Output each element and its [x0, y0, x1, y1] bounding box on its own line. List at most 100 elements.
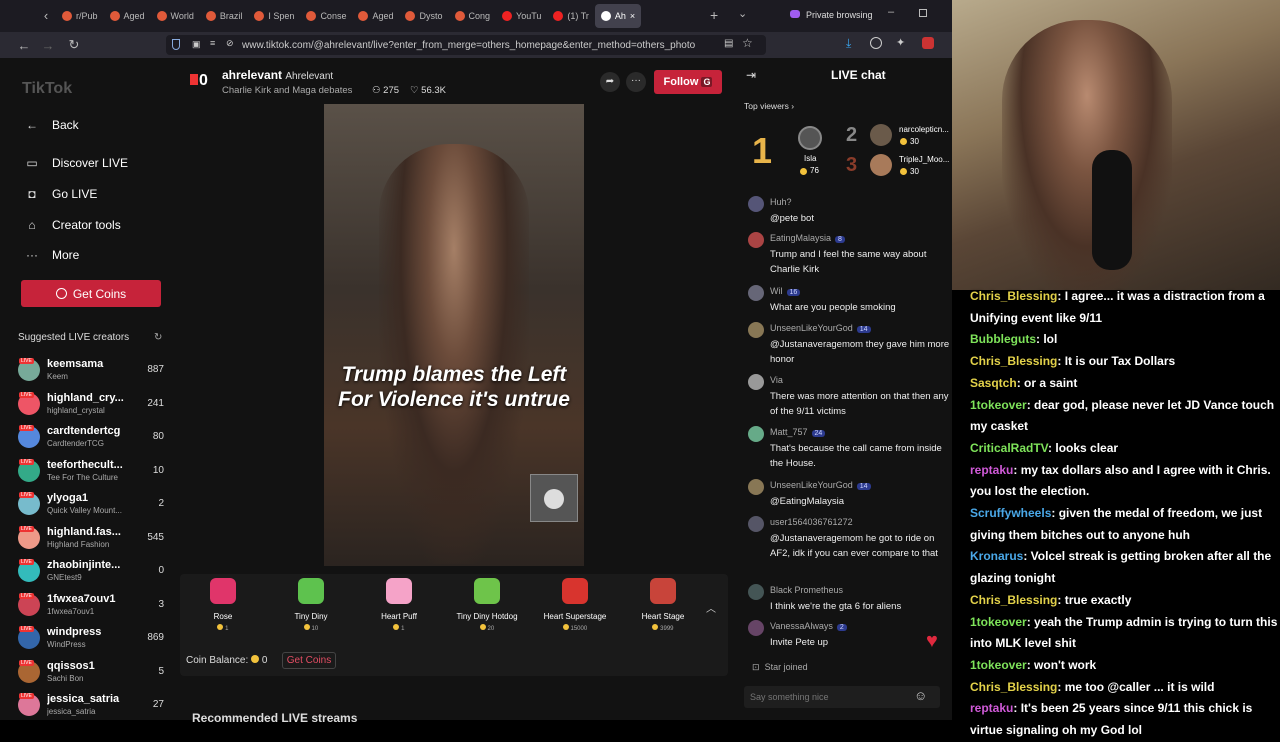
suggested-creator-item[interactable]: LIVE windpress WindPress 869	[18, 624, 164, 654]
tab-scroll-left-icon[interactable]: ‹	[34, 4, 58, 26]
suggested-creator-item[interactable]: LIVE zhaobinjinte... GNEtest9 0	[18, 557, 164, 587]
tab-title: Aged	[123, 11, 145, 21]
creator-name: zhaobinjinte...	[47, 559, 121, 571]
overlay-text: : true exactly	[1057, 592, 1132, 607]
get-coins-button[interactable]: Get Coins	[21, 280, 161, 307]
browser-tab[interactable]: Cong	[449, 4, 497, 28]
level-badge: 24	[811, 430, 826, 437]
emoji-icon[interactable]: ☺	[914, 688, 927, 703]
video-person-silhouette	[379, 144, 529, 564]
minimize-icon[interactable]: –	[888, 6, 894, 18]
follow-button[interactable]: Follow G	[654, 70, 722, 94]
suggested-creator-item[interactable]: LIVE keemsama Keem 887	[18, 356, 164, 386]
reader-view-icon[interactable]: ▤	[724, 38, 733, 49]
sidebar-item-creator-tools[interactable]: ⌂ Creator tools	[24, 218, 120, 232]
suggested-creator-item[interactable]: LIVE 1fwxea7ouv1 1fwxea7ouv1 3	[18, 591, 164, 621]
top-viewer-rank-1[interactable]: 1 Isla 76	[752, 124, 832, 180]
browser-tab[interactable]: YouTu	[496, 4, 547, 28]
maximize-icon[interactable]	[919, 9, 927, 17]
overlay-chat-line: 1tokeover: yeah the Trump admin is tryin…	[970, 612, 1280, 655]
chat-input[interactable]	[744, 686, 940, 708]
collapse-chat-icon[interactable]: ⇥	[746, 68, 756, 82]
sidebar-item-discover-live[interactable]: ▭ Discover LIVE	[24, 156, 128, 170]
rank-number: 1	[752, 130, 773, 171]
gift-item[interactable]: Heart Stage 3999	[623, 578, 703, 632]
guest-thumbnail[interactable]	[530, 474, 578, 522]
download-icon[interactable]: ⤓	[846, 36, 851, 51]
coin-balance-get-coins-button[interactable]: Get Coins	[282, 652, 336, 669]
browser-tab[interactable]: (1) Tr	[547, 4, 595, 28]
level-badge: 2	[836, 624, 847, 631]
top-viewer-rank-3[interactable]: 3 TripleJ_Moo... 30	[846, 154, 950, 180]
browser-tab[interactable]: Dysto	[399, 4, 448, 28]
overlay-username: Bubbleguts	[970, 332, 1036, 347]
viewer-count: 2	[158, 498, 164, 509]
camera-icon: ◘	[28, 187, 36, 201]
back-arrow-icon[interactable]: ←	[12, 34, 36, 56]
reload-icon[interactable]: ↻	[62, 34, 86, 56]
browser-tab[interactable]: Ah ×	[594, 4, 642, 28]
tab-list-icon[interactable]: ⌄	[738, 7, 747, 20]
avatar	[748, 232, 764, 248]
tab-title: (1) Tr	[567, 11, 589, 21]
gift-item[interactable]: Rose 1	[183, 578, 263, 632]
bookmark-star-icon[interactable]: ☆	[742, 36, 753, 50]
private-browsing-icon	[790, 10, 800, 18]
browser-tab[interactable]: Aged	[104, 4, 151, 28]
tab-title: Brazil	[219, 11, 243, 21]
forward-arrow-icon[interactable]: →	[36, 34, 60, 56]
host-username[interactable]: ahrelevant Ahrelevant	[222, 68, 333, 82]
browser-nav-bar: ← → ↻ ▣ ≡ ⊘ www.tiktok.com/@ahrelevant/l…	[0, 32, 952, 58]
viewer-count: 3	[158, 598, 164, 610]
tab-title: Dysto	[419, 11, 443, 21]
suggested-creator-item[interactable]: LIVE ylyoga1 Quick Valley Mount... 2	[18, 490, 164, 520]
browser-tab[interactable]: World	[151, 4, 200, 28]
suggested-creator-item[interactable]: LIVE highland_cry... highland_crystal 241	[18, 390, 164, 420]
avatar	[748, 374, 764, 390]
creator-name: 1fwxea7ouv1	[47, 592, 116, 605]
suggested-creator-item[interactable]: LIVE qqissos1 Sachi Bon 5	[18, 658, 164, 688]
favicon-icon	[156, 11, 167, 21]
suggested-creator-item[interactable]: LIVE jessica_satria jessica_satria 27	[18, 691, 164, 721]
gift-icon	[650, 578, 676, 604]
gift-item[interactable]: Heart Puff 1	[359, 578, 439, 632]
creator-name: qqissos1	[47, 659, 95, 672]
top-viewer-rank-2[interactable]: 2 narcolepticn... 30	[846, 124, 950, 150]
sidebar-item-go-live[interactable]: ◘ Go LIVE	[24, 187, 97, 201]
extensions-icon[interactable]: ✦	[896, 36, 905, 49]
browser-tab[interactable]: I Spen	[248, 4, 300, 28]
gift-price: 1	[183, 624, 263, 632]
account-icon[interactable]	[870, 37, 882, 49]
new-tab-icon[interactable]: +	[710, 7, 718, 23]
gift-item[interactable]: Tiny Diny 10	[271, 578, 351, 632]
browser-tab[interactable]: Aged	[352, 4, 399, 28]
url-bar[interactable]: ▣ ≡ ⊘ www.tiktok.com/@ahrelevant/live?en…	[166, 35, 766, 55]
gift-item[interactable]: Tiny Diny Hotdog 20	[447, 578, 527, 632]
suggested-creator-item[interactable]: LIVE cardtendertcg CardtenderTCG 80	[18, 423, 164, 453]
creator-name: jessica_satria	[47, 693, 120, 705]
gift-name: Tiny Diny	[294, 612, 328, 621]
share-button[interactable]: ➦	[600, 72, 620, 92]
live-video[interactable]: Trump blames the Left For Violence it's …	[324, 104, 584, 566]
chat-text: Invite Pete up	[770, 637, 829, 648]
tiktok-logo[interactable]: TikTok	[22, 80, 72, 98]
suggested-creator-item[interactable]: LIVE teeforthecult... Tee For The Culture 1…	[18, 457, 164, 487]
extension-badge-icon[interactable]	[922, 37, 934, 49]
back-button[interactable]: ← Back	[24, 118, 79, 132]
favicon-icon	[553, 11, 564, 21]
expand-gifts-icon[interactable]: ︿	[706, 600, 716, 615]
chat-title: LIVE chat	[831, 68, 886, 82]
refresh-icon[interactable]: ↻	[154, 332, 162, 343]
creator-name: cardtendertcg	[47, 425, 121, 437]
browser-tab[interactable]: Brazil	[200, 4, 249, 28]
browser-tab[interactable]: r/Pub	[56, 4, 104, 28]
browser-tab[interactable]: Conse	[300, 4, 352, 28]
suggested-creator-item[interactable]: LIVE highland.fas... Highland Fashion 545	[18, 524, 164, 554]
viewer-count: 5	[158, 665, 164, 677]
close-tab-icon[interactable]: ×	[630, 11, 635, 21]
chat-text: What are you people smoking	[770, 302, 896, 313]
sidebar-item-more[interactable]: ··· More	[24, 248, 79, 262]
top-viewers-link[interactable]: Top viewers ›	[744, 101, 794, 111]
gift-item[interactable]: Heart Superstage 15000	[535, 578, 615, 632]
more-options-button[interactable]: ···	[626, 72, 646, 92]
